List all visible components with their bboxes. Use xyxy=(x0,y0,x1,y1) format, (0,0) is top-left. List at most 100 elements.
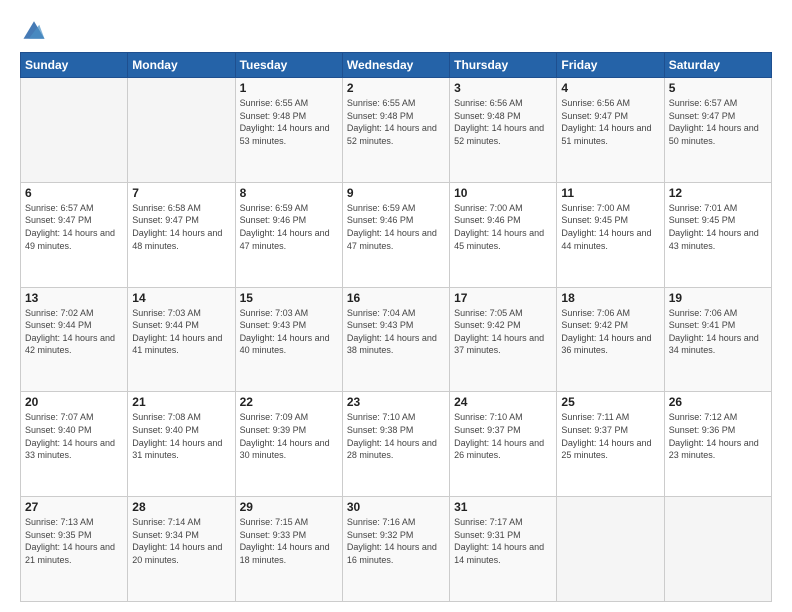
day-number: 18 xyxy=(561,291,659,305)
calendar-cell: 1Sunrise: 6:55 AM Sunset: 9:48 PM Daylig… xyxy=(235,78,342,183)
day-header-saturday: Saturday xyxy=(664,53,771,78)
calendar-cell: 7Sunrise: 6:58 AM Sunset: 9:47 PM Daylig… xyxy=(128,182,235,287)
calendar-cell: 4 Sunrise: 6:56 AM Sunset: 9:47 PM Daylig… xyxy=(557,78,664,183)
day-info: Sunrise: 6:58 AM Sunset: 9:47 PM Dayligh… xyxy=(132,202,230,252)
calendar-cell: 30 Sunrise: 7:16 AM Sunset: 9:32 PM Dayli… xyxy=(342,497,449,602)
day-number: 22 xyxy=(240,395,338,409)
header xyxy=(20,16,772,44)
day-info: Sunrise: 7:00 AM Sunset: 9:46 PM Dayligh… xyxy=(454,202,552,252)
day-number: 1 xyxy=(240,81,338,95)
day-header-wednesday: Wednesday xyxy=(342,53,449,78)
day-number: 6 xyxy=(25,186,123,200)
calendar-cell: 21Sunrise: 7:08 AM Sunset: 9:40 PM Dayli… xyxy=(128,392,235,497)
day-info: Sunrise: 7:03 AM Sunset: 9:44 PM Dayligh… xyxy=(132,307,230,357)
day-header-monday: Monday xyxy=(128,53,235,78)
day-number: 8 xyxy=(240,186,338,200)
week-row-2: 6Sunrise: 6:57 AM Sunset: 9:47 PM Daylig… xyxy=(21,182,772,287)
day-number: 20 xyxy=(25,395,123,409)
day-info: Sunrise: 7:06 AM Sunset: 9:42 PM Dayligh… xyxy=(561,307,659,357)
calendar-cell: 8 Sunrise: 6:59 AM Sunset: 9:46 PM Daylig… xyxy=(235,182,342,287)
day-info: Sunrise: 7:14 AM Sunset: 9:34 PM Dayligh… xyxy=(132,516,230,566)
calendar-cell: 12 Sunrise: 7:01 AM Sunset: 9:45 PM Dayli… xyxy=(664,182,771,287)
day-header-friday: Friday xyxy=(557,53,664,78)
day-number: 12 xyxy=(669,186,767,200)
calendar-cell: 6Sunrise: 6:57 AM Sunset: 9:47 PM Daylig… xyxy=(21,182,128,287)
day-number: 13 xyxy=(25,291,123,305)
day-number: 25 xyxy=(561,395,659,409)
day-number: 3 xyxy=(454,81,552,95)
calendar-cell: 19 Sunrise: 7:06 AM Sunset: 9:41 PM Dayli… xyxy=(664,287,771,392)
page: SundayMondayTuesdayWednesdayThursdayFrid… xyxy=(0,0,792,612)
calendar-cell: 13 Sunrise: 7:02 AM Sunset: 9:44 PM Dayli… xyxy=(21,287,128,392)
calendar-cell: 18 Sunrise: 7:06 AM Sunset: 9:42 PM Dayli… xyxy=(557,287,664,392)
day-info: Sunrise: 7:15 AM Sunset: 9:33 PM Dayligh… xyxy=(240,516,338,566)
calendar-cell: 27 Sunrise: 7:13 AM Sunset: 9:35 PM Dayli… xyxy=(21,497,128,602)
day-number: 2 xyxy=(347,81,445,95)
day-info: Sunrise: 7:05 AM Sunset: 9:42 PM Dayligh… xyxy=(454,307,552,357)
day-info: Sunrise: 7:12 AM Sunset: 9:36 PM Dayligh… xyxy=(669,411,767,461)
calendar-cell: 24Sunrise: 7:10 AM Sunset: 9:37 PM Dayli… xyxy=(450,392,557,497)
day-info: Sunrise: 6:59 AM Sunset: 9:46 PM Dayligh… xyxy=(240,202,338,252)
calendar-table: SundayMondayTuesdayWednesdayThursdayFrid… xyxy=(20,52,772,602)
day-header-sunday: Sunday xyxy=(21,53,128,78)
day-info: Sunrise: 7:17 AM Sunset: 9:31 PM Dayligh… xyxy=(454,516,552,566)
calendar-cell: 31 Sunrise: 7:17 AM Sunset: 9:31 PM Dayli… xyxy=(450,497,557,602)
calendar-cell xyxy=(664,497,771,602)
day-number: 4 xyxy=(561,81,659,95)
day-info: Sunrise: 6:57 AM Sunset: 9:47 PM Dayligh… xyxy=(669,97,767,147)
day-number: 27 xyxy=(25,500,123,514)
day-info: Sunrise: 7:09 AM Sunset: 9:39 PM Dayligh… xyxy=(240,411,338,461)
calendar-cell: 20 Sunrise: 7:07 AM Sunset: 9:40 PM Dayli… xyxy=(21,392,128,497)
calendar-cell: 23 Sunrise: 7:10 AM Sunset: 9:38 PM Dayli… xyxy=(342,392,449,497)
calendar-cell: 26 Sunrise: 7:12 AM Sunset: 9:36 PM Dayli… xyxy=(664,392,771,497)
day-number: 17 xyxy=(454,291,552,305)
calendar-cell: 22 Sunrise: 7:09 AM Sunset: 9:39 PM Dayli… xyxy=(235,392,342,497)
day-info: Sunrise: 7:10 AM Sunset: 9:38 PM Dayligh… xyxy=(347,411,445,461)
day-number: 29 xyxy=(240,500,338,514)
day-number: 15 xyxy=(240,291,338,305)
day-number: 10 xyxy=(454,186,552,200)
calendar-header-row: SundayMondayTuesdayWednesdayThursdayFrid… xyxy=(21,53,772,78)
day-info: Sunrise: 6:56 AM Sunset: 9:48 PM Dayligh… xyxy=(454,97,552,147)
calendar-cell: 2 Sunrise: 6:55 AM Sunset: 9:48 PM Daylig… xyxy=(342,78,449,183)
day-number: 28 xyxy=(132,500,230,514)
day-info: Sunrise: 7:13 AM Sunset: 9:35 PM Dayligh… xyxy=(25,516,123,566)
day-number: 5 xyxy=(669,81,767,95)
day-info: Sunrise: 7:04 AM Sunset: 9:43 PM Dayligh… xyxy=(347,307,445,357)
day-number: 30 xyxy=(347,500,445,514)
day-number: 19 xyxy=(669,291,767,305)
calendar-cell xyxy=(21,78,128,183)
calendar-cell: 17 Sunrise: 7:05 AM Sunset: 9:42 PM Dayli… xyxy=(450,287,557,392)
day-info: Sunrise: 7:07 AM Sunset: 9:40 PM Dayligh… xyxy=(25,411,123,461)
week-row-3: 13 Sunrise: 7:02 AM Sunset: 9:44 PM Dayli… xyxy=(21,287,772,392)
day-header-tuesday: Tuesday xyxy=(235,53,342,78)
calendar-cell: 5 Sunrise: 6:57 AM Sunset: 9:47 PM Daylig… xyxy=(664,78,771,183)
calendar-cell: 16Sunrise: 7:04 AM Sunset: 9:43 PM Dayli… xyxy=(342,287,449,392)
calendar-cell: 9Sunrise: 6:59 AM Sunset: 9:46 PM Daylig… xyxy=(342,182,449,287)
day-info: Sunrise: 7:01 AM Sunset: 9:45 PM Dayligh… xyxy=(669,202,767,252)
week-row-5: 27 Sunrise: 7:13 AM Sunset: 9:35 PM Dayli… xyxy=(21,497,772,602)
calendar-cell: 25Sunrise: 7:11 AM Sunset: 9:37 PM Dayli… xyxy=(557,392,664,497)
day-info: Sunrise: 6:55 AM Sunset: 9:48 PM Dayligh… xyxy=(347,97,445,147)
day-info: Sunrise: 7:06 AM Sunset: 9:41 PM Dayligh… xyxy=(669,307,767,357)
day-number: 26 xyxy=(669,395,767,409)
week-row-1: 1 Sunrise: 6:55 AM Sunset: 9:48 PM Daylig… xyxy=(21,78,772,183)
calendar-cell: 29 Sunrise: 7:15 AM Sunset: 9:33 PM Dayli… xyxy=(235,497,342,602)
calendar-cell: 11Sunrise: 7:00 AM Sunset: 9:45 PM Dayli… xyxy=(557,182,664,287)
day-info: Sunrise: 6:56 AM Sunset: 9:47 PM Dayligh… xyxy=(561,97,659,147)
logo xyxy=(20,16,52,44)
day-number: 31 xyxy=(454,500,552,514)
day-info: Sunrise: 7:03 AM Sunset: 9:43 PM Dayligh… xyxy=(240,307,338,357)
week-row-4: 20 Sunrise: 7:07 AM Sunset: 9:40 PM Dayli… xyxy=(21,392,772,497)
day-number: 23 xyxy=(347,395,445,409)
day-info: Sunrise: 7:16 AM Sunset: 9:32 PM Dayligh… xyxy=(347,516,445,566)
day-info: Sunrise: 7:00 AM Sunset: 9:45 PM Dayligh… xyxy=(561,202,659,252)
day-header-thursday: Thursday xyxy=(450,53,557,78)
calendar-cell xyxy=(557,497,664,602)
day-number: 14 xyxy=(132,291,230,305)
calendar-cell xyxy=(128,78,235,183)
day-info: Sunrise: 6:59 AM Sunset: 9:46 PM Dayligh… xyxy=(347,202,445,252)
calendar-cell: 3 Sunrise: 6:56 AM Sunset: 9:48 PM Daylig… xyxy=(450,78,557,183)
day-info: Sunrise: 7:02 AM Sunset: 9:44 PM Dayligh… xyxy=(25,307,123,357)
day-info: Sunrise: 7:10 AM Sunset: 9:37 PM Dayligh… xyxy=(454,411,552,461)
